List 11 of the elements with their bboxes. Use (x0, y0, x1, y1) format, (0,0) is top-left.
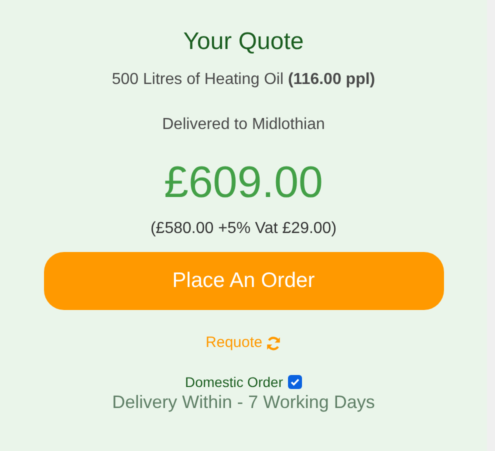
place-order-button[interactable]: Place An Order (44, 252, 444, 310)
domestic-order-label: Domestic Order (184, 373, 284, 391)
total-price: £609.00 (164, 157, 324, 209)
refresh-icon (266, 336, 282, 350)
requote-link[interactable]: Requote (206, 334, 262, 352)
domestic-order-checkbox[interactable] (288, 375, 302, 389)
product-summary: 500 Litres of Heating Oil (116.00 ppl) (112, 70, 376, 90)
quote-title: Your Quote (183, 27, 304, 57)
price-breakdown: (£580.00 +5% Vat £29.00) (150, 219, 337, 239)
delivery-area: Delivered to Midlothian (162, 115, 325, 135)
delivery-time: Delivery Within - 7 Working Days (112, 391, 375, 413)
